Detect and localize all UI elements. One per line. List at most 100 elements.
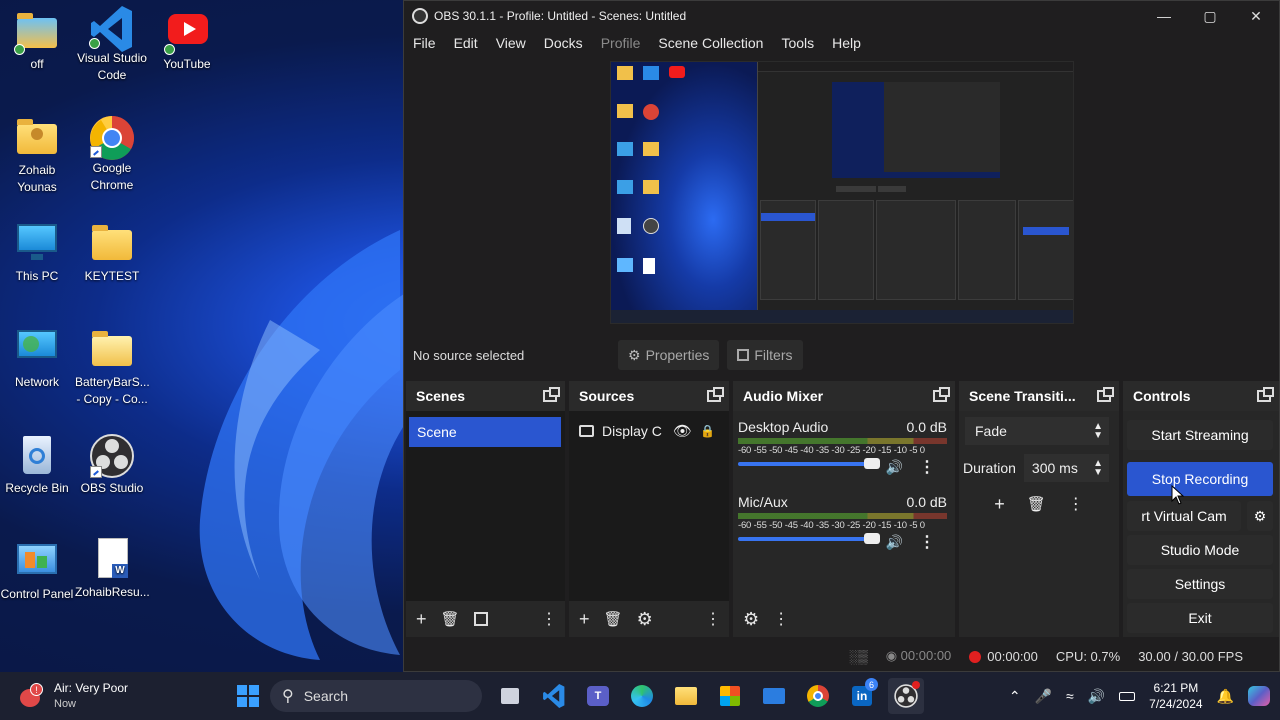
taskbar-search[interactable]: ⚲ Search bbox=[270, 680, 482, 712]
add-icon[interactable]: + bbox=[994, 494, 1005, 515]
desktop-icon-network[interactable]: Network bbox=[0, 328, 74, 391]
volume-slider[interactable] bbox=[738, 533, 880, 544]
controls-dock: Controls Start Streaming Stop Recording … bbox=[1123, 381, 1279, 637]
close-button[interactable]: ✕ bbox=[1233, 1, 1279, 31]
more-options-icon[interactable]: ⋮ bbox=[705, 609, 721, 629]
mail-icon bbox=[763, 688, 785, 704]
menu-scene-collection[interactable]: Scene Collection bbox=[649, 35, 772, 51]
more-options-icon[interactable]: ⋮ bbox=[1068, 494, 1084, 514]
add-icon[interactable]: + bbox=[416, 609, 427, 630]
taskbar-vscode[interactable] bbox=[536, 678, 572, 714]
volume-slider[interactable] bbox=[738, 458, 880, 469]
desktop-icon-google-chrome[interactable]: Google Chrome bbox=[75, 114, 149, 194]
folder-icon bbox=[14, 10, 59, 55]
taskbar-edge[interactable] bbox=[624, 678, 660, 714]
start-button[interactable] bbox=[230, 678, 266, 714]
more-options-icon[interactable]: ⋮ bbox=[919, 457, 935, 477]
undock-icon[interactable] bbox=[543, 387, 560, 402]
more-options-icon[interactable]: ⋮ bbox=[919, 532, 935, 552]
speaker-icon[interactable]: 🔊 bbox=[886, 534, 903, 551]
minimize-button[interactable]: — bbox=[1141, 1, 1187, 31]
menu-file[interactable]: File bbox=[404, 35, 445, 51]
duration-spinbox[interactable]: 300 ms ▲ ▼ bbox=[1023, 454, 1109, 482]
battery-icon[interactable] bbox=[1119, 691, 1136, 701]
maximize-button[interactable]: ▢ bbox=[1187, 1, 1233, 31]
desktop-icon-off[interactable]: off bbox=[0, 10, 74, 73]
desktop-icon-this-pc[interactable]: This PC bbox=[0, 222, 74, 285]
taskbar-obs[interactable] bbox=[888, 678, 924, 714]
taskbar-file-explorer[interactable] bbox=[668, 678, 704, 714]
clock[interactable]: 6:21 PM 7/24/2024 bbox=[1149, 680, 1202, 712]
undock-icon[interactable] bbox=[707, 387, 724, 402]
microphone-icon[interactable]: 🎤 bbox=[1035, 688, 1052, 705]
trash-icon[interactable]: 🗑 bbox=[1027, 495, 1046, 513]
preview-obs-window bbox=[757, 62, 1073, 312]
desktop-icon-vscode[interactable]: Visual Studio Code bbox=[75, 4, 149, 84]
taskbar-store[interactable] bbox=[712, 678, 748, 714]
exit-button[interactable]: Exit bbox=[1127, 603, 1273, 633]
speaker-icon[interactable]: 🔊 bbox=[886, 459, 903, 476]
trash-icon[interactable]: 🗑 bbox=[604, 610, 623, 628]
studio-mode-button[interactable]: Studio Mode bbox=[1127, 535, 1273, 565]
properties-button[interactable]: ⚙ Properties bbox=[618, 340, 720, 370]
desktop-icon-zohaib-resume[interactable]: W ZohaibResu... bbox=[75, 538, 150, 601]
menu-docks[interactable]: Docks bbox=[535, 35, 592, 51]
meter-ticks: -60 -55 -50 -45 -40 -35 -30 -25 -20 -15 … bbox=[738, 445, 925, 456]
chevron-up-icon[interactable]: ⌃ bbox=[1009, 688, 1021, 705]
copilot-icon[interactable] bbox=[1248, 686, 1270, 706]
teams-icon: T bbox=[587, 686, 609, 706]
desktop-icon-recycle-bin[interactable]: Recycle Bin bbox=[0, 434, 74, 497]
menu-help[interactable]: Help bbox=[823, 35, 870, 51]
source-item[interactable]: Display C 👁 🔒 bbox=[579, 419, 715, 443]
taskbar-chrome[interactable] bbox=[800, 678, 836, 714]
taskbar-teams[interactable]: T bbox=[580, 678, 616, 714]
notification-bell-icon[interactable]: 🔔 bbox=[1217, 688, 1234, 705]
more-options-icon[interactable]: ⋮ bbox=[541, 609, 557, 629]
undock-icon[interactable] bbox=[933, 387, 950, 402]
filters-icon[interactable] bbox=[473, 612, 488, 626]
channel-mic-aux: Mic/Aux 0.0 dB -60 -55 -50 -45 -40 -35 -3… bbox=[738, 494, 947, 551]
stop-recording-button[interactable]: Stop Recording bbox=[1127, 462, 1273, 496]
duration-label: Duration bbox=[963, 460, 1016, 476]
youtube-icon bbox=[164, 10, 209, 55]
preview-canvas[interactable] bbox=[610, 61, 1074, 324]
wallpaper-bloom bbox=[199, 230, 415, 660]
desktop-icon-obs-studio[interactable]: OBS Studio bbox=[75, 434, 149, 497]
slider-knob[interactable] bbox=[864, 458, 880, 469]
scene-item[interactable]: Scene bbox=[409, 417, 561, 447]
menu-tools[interactable]: Tools bbox=[772, 35, 823, 51]
slider-knob[interactable] bbox=[864, 533, 880, 544]
transition-select[interactable]: Fade ▲ ▼ bbox=[965, 417, 1109, 445]
start-streaming-button[interactable]: Start Streaming bbox=[1127, 420, 1273, 450]
more-options-icon[interactable]: ⋮ bbox=[773, 609, 789, 629]
desktop-icon-zohaib-younas[interactable]: Zohaib Younas bbox=[0, 116, 74, 196]
menu-profile[interactable]: Profile bbox=[592, 35, 650, 51]
undock-icon[interactable] bbox=[1097, 387, 1114, 402]
settings-button[interactable]: Settings bbox=[1127, 569, 1273, 599]
desktop-icon-control-panel[interactable]: Control Panel bbox=[0, 540, 74, 603]
gear-icon[interactable]: ⚙ bbox=[637, 609, 653, 630]
filters-button[interactable]: Filters bbox=[727, 340, 803, 370]
taskbar-linkedin[interactable]: in 6 bbox=[844, 678, 880, 714]
menu-edit[interactable]: Edit bbox=[445, 35, 487, 51]
taskbar-mail[interactable] bbox=[756, 678, 792, 714]
desktop-icon-youtube[interactable]: YouTube bbox=[150, 10, 224, 73]
weather-widget[interactable]: ! Air: Very Poor Now bbox=[18, 680, 128, 712]
task-view-button[interactable] bbox=[492, 678, 528, 714]
wifi-icon[interactable]: ≈ bbox=[1066, 688, 1074, 704]
undock-icon[interactable] bbox=[1257, 387, 1274, 402]
trash-icon[interactable]: 🗑 bbox=[441, 610, 460, 628]
gear-icon[interactable]: ⚙ bbox=[743, 609, 759, 630]
controls-body: Start Streaming Stop Recording rt Virtua… bbox=[1123, 411, 1279, 637]
menu-view[interactable]: View bbox=[487, 35, 535, 51]
volume-icon[interactable]: 🔊 bbox=[1088, 688, 1105, 705]
desktop-icon-batterybar[interactable]: BatteryBarS... - Copy - Co... bbox=[75, 328, 150, 408]
desktop-icon-keytest[interactable]: KEYTEST bbox=[75, 222, 149, 285]
eye-icon[interactable]: 👁 bbox=[673, 422, 692, 440]
virtual-cam-settings-button[interactable]: ⚙ bbox=[1247, 501, 1273, 531]
lock-icon[interactable]: 🔒 bbox=[700, 424, 715, 438]
mixer-body: Desktop Audio 0.0 dB -60 -55 -50 -45 -40 … bbox=[733, 411, 955, 601]
virtual-cam-button[interactable]: rt Virtual Cam bbox=[1127, 501, 1241, 531]
sources-dock: Sources Display C 👁 🔒 + 🗑 ⚙ ⋮ bbox=[569, 381, 729, 637]
add-icon[interactable]: + bbox=[579, 609, 590, 630]
